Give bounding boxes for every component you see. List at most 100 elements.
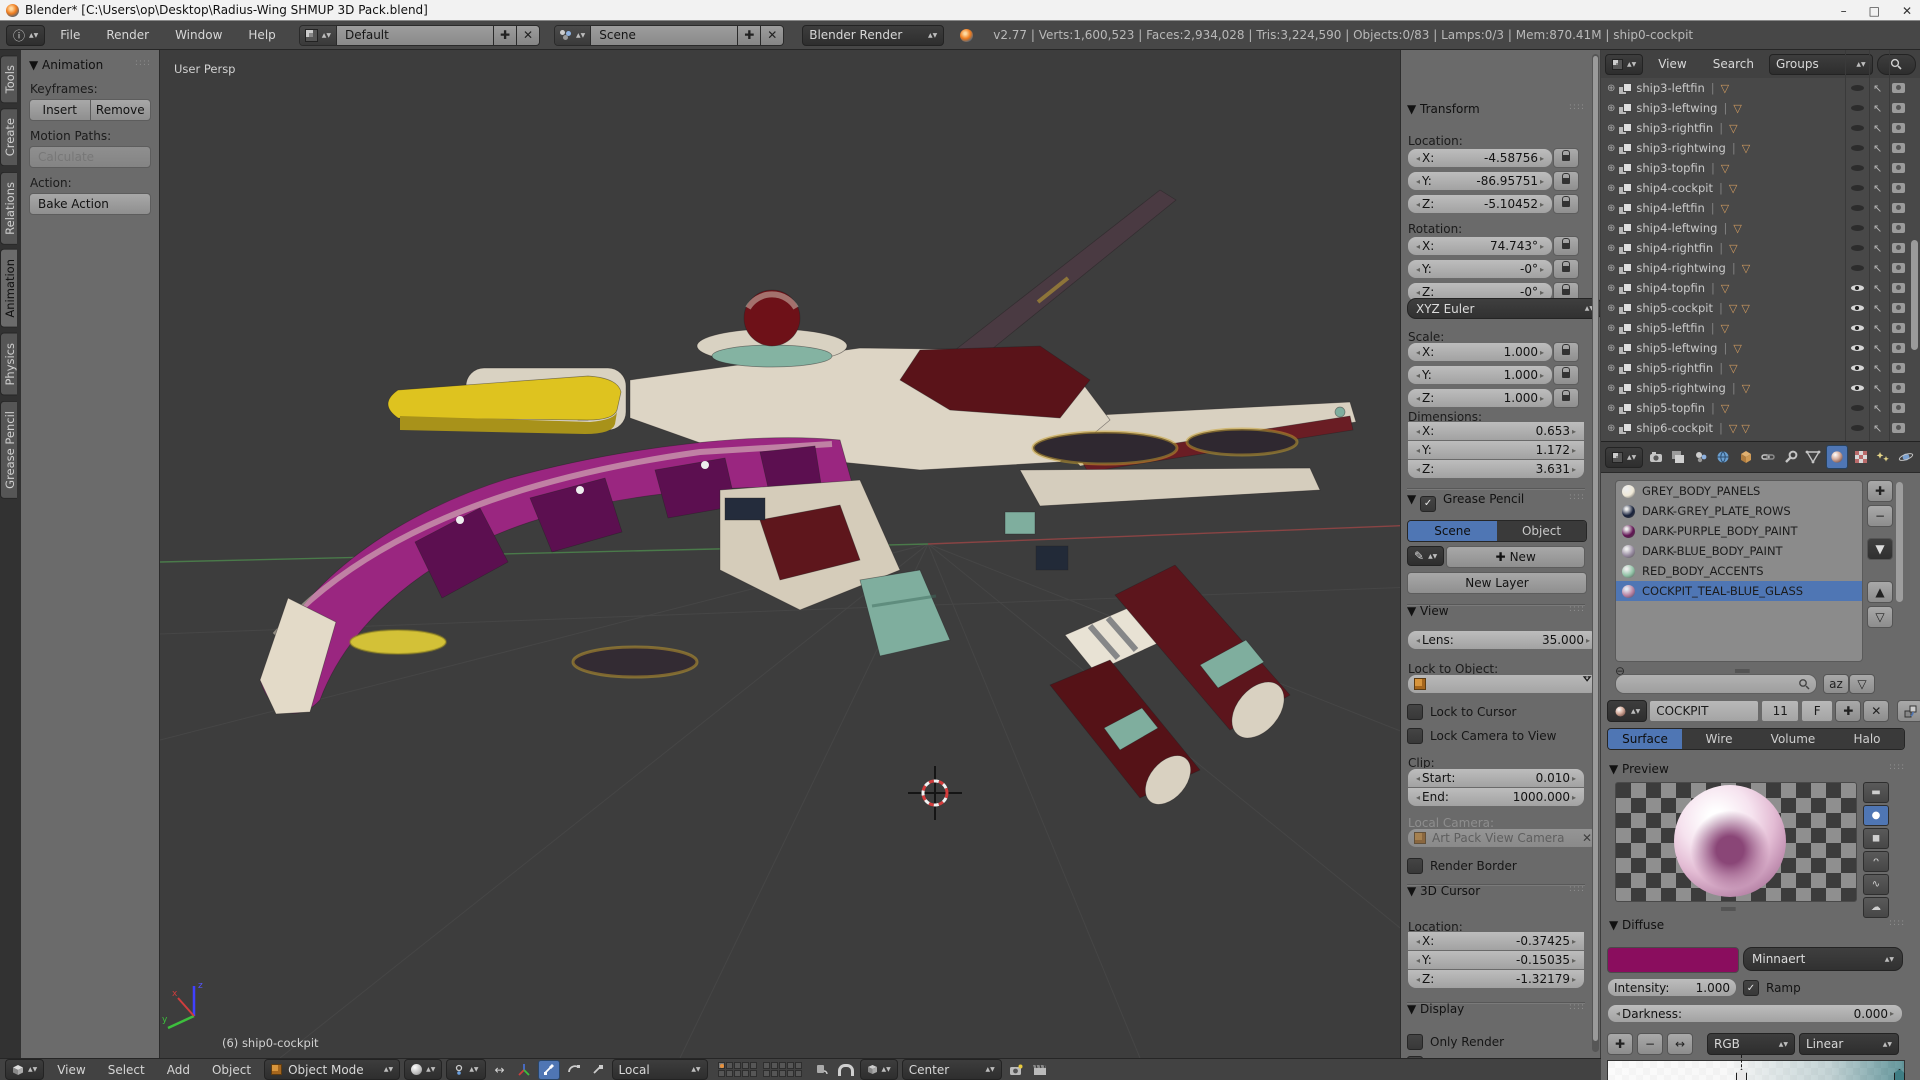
- lock-icon[interactable]: [1553, 171, 1579, 191]
- preview-hair-button[interactable]: ∿: [1863, 874, 1889, 895]
- selectability-arrow-icon[interactable]: ↖: [1873, 82, 1882, 95]
- material-slot-row[interactable]: COCKPIT_TEAL-BLUE_GLASS: [1616, 581, 1862, 601]
- snap-magnet-icon[interactable]: [836, 1061, 856, 1079]
- layer-grid[interactable]: [718, 1062, 802, 1077]
- menu-object[interactable]: Object: [203, 1063, 260, 1077]
- fake-user-button[interactable]: F: [1801, 700, 1833, 722]
- outliner-row[interactable]: ⊕ ship4-rightwing | ▽ ↖: [1601, 258, 1920, 278]
- outliner-row[interactable]: ⊕ ship3-rightfin | ▽ ↖: [1601, 118, 1920, 138]
- outliner-row[interactable]: ⊕ ship5-rightfin | ▽ ↖: [1601, 358, 1920, 378]
- lock-icon[interactable]: [1553, 236, 1579, 256]
- manipulator-rotate-button[interactable]: [564, 1061, 584, 1079]
- rotation-field[interactable]: ◂Y:-0°▸: [1407, 259, 1553, 279]
- toolshelf-tab[interactable]: Physics: [0, 333, 17, 396]
- render-icon[interactable]: [1645, 446, 1666, 468]
- selectability-arrow-icon[interactable]: ↖: [1873, 422, 1882, 435]
- render-restrict-camera-icon[interactable]: [1892, 143, 1905, 153]
- material-type-tab[interactable]: Wire: [1682, 729, 1756, 749]
- slot-specials-button[interactable]: ▼: [1867, 538, 1893, 560]
- render-restrict-camera-icon[interactable]: [1892, 363, 1905, 373]
- insert-keyframe-button[interactable]: Insert: [29, 99, 91, 121]
- selectability-arrow-icon[interactable]: ↖: [1873, 402, 1882, 415]
- location-field[interactable]: ◂Z:-5.10452▸: [1407, 194, 1553, 214]
- clip-end-field[interactable]: ◂End:1000.000▸: [1407, 788, 1585, 807]
- opengl-render-anim-icon[interactable]: [1030, 1061, 1050, 1079]
- preview-sphere-sky-button[interactable]: ☁: [1863, 897, 1889, 918]
- material-search-input[interactable]: [1615, 674, 1817, 694]
- outliner-row[interactable]: ⊕ ship3-leftfin | ▽ ↖: [1601, 78, 1920, 98]
- slot-move-down-button[interactable]: ▽: [1867, 606, 1893, 628]
- material-type-tab[interactable]: Volume: [1756, 729, 1830, 749]
- rotation-mode-select[interactable]: XYZ Euler▲▼: [1407, 298, 1600, 319]
- visibility-eye-icon[interactable]: [1851, 85, 1864, 91]
- outliner-filter-select[interactable]: Groups▲▼: [1769, 54, 1873, 75]
- opengl-render-image-icon[interactable]: [1006, 1061, 1026, 1079]
- cursor-location-field[interactable]: ◂X:-0.37425▸: [1407, 932, 1585, 951]
- visibility-eye-icon[interactable]: [1851, 285, 1864, 291]
- visibility-eye-icon[interactable]: [1851, 365, 1864, 371]
- render-restrict-camera-icon[interactable]: [1892, 423, 1905, 433]
- outliner-row[interactable]: ⊕ ship3-rightwing | ▽ ↖: [1601, 138, 1920, 158]
- selectability-arrow-icon[interactable]: ↖: [1873, 242, 1882, 255]
- manipulator-translate-button[interactable]: [538, 1060, 560, 1080]
- editor-type-outliner-button[interactable]: ▲▼: [1605, 54, 1643, 75]
- add-layout-button[interactable]: ✚: [493, 26, 516, 45]
- particles-icon[interactable]: [1873, 446, 1894, 468]
- selectability-arrow-icon[interactable]: ↖: [1873, 222, 1882, 235]
- menu-file[interactable]: File: [49, 28, 91, 42]
- selectability-arrow-icon[interactable]: ↖: [1873, 102, 1882, 115]
- screen-layout-field[interactable]: Default: [337, 26, 493, 45]
- ramp-checkbox[interactable]: ✓: [1743, 980, 1759, 996]
- preview-flat-button[interactable]: ▬: [1863, 782, 1889, 803]
- render-restrict-camera-icon[interactable]: [1892, 183, 1905, 193]
- visibility-eye-icon[interactable]: [1851, 145, 1864, 151]
- editor-type-3dview-button[interactable]: ▲▼: [5, 1059, 44, 1080]
- panel-header-diffuse[interactable]: ▼ Diffuse::::: [1609, 918, 1664, 932]
- visibility-eye-icon[interactable]: [1851, 125, 1864, 131]
- material-slot-row[interactable]: RED_BODY_ACCENTS: [1616, 561, 1862, 581]
- dimension-field[interactable]: ◂X:0.653▸: [1407, 422, 1585, 441]
- outliner-row[interactable]: ⊕ ship5-topfin | ▽ ↖: [1601, 398, 1920, 418]
- material-slot-row[interactable]: DARK-BLUE_BODY_PAINT: [1616, 541, 1862, 561]
- outliner-row[interactable]: ⊕ ship4-cockpit | ▽ ↖: [1601, 178, 1920, 198]
- show-nodes-button[interactable]: [1897, 700, 1920, 722]
- manipulator-scale-button[interactable]: [588, 1061, 608, 1079]
- menu-help[interactable]: Help: [237, 28, 286, 42]
- panel-header-animation[interactable]: ▼ Animation::::: [29, 58, 151, 72]
- cursor-location-field[interactable]: ◂Y:-0.15035▸: [1407, 951, 1585, 970]
- outliner-row[interactable]: ⊕ ship3-topfin | ▽ ↖: [1601, 158, 1920, 178]
- transform-orientation-select[interactable]: Local▲▼: [612, 1059, 708, 1080]
- ramp-flip-button[interactable]: ↔: [1667, 1033, 1693, 1055]
- outliner-row[interactable]: ⊕ ship5-cockpit | ▽▽ ↖: [1601, 298, 1920, 318]
- add-scene-button[interactable]: ✚: [737, 26, 760, 45]
- sort-order-button[interactable]: ▽: [1849, 674, 1875, 694]
- selectability-arrow-icon[interactable]: ↖: [1873, 322, 1882, 335]
- diffuse-shader-select[interactable]: Minnaert▲▼: [1743, 947, 1903, 971]
- outliner-row[interactable]: ⊕ ship5-leftfin | ▽ ↖: [1601, 318, 1920, 338]
- material-slot-row[interactable]: DARK-PURPLE_BODY_PAINT: [1616, 521, 1862, 541]
- visibility-eye-icon[interactable]: [1851, 345, 1864, 351]
- slot-list-scrollbar[interactable]: [1896, 482, 1903, 602]
- render-restrict-camera-icon[interactable]: [1892, 163, 1905, 173]
- slot-move-up-button[interactable]: ▲: [1867, 581, 1893, 603]
- render-restrict-camera-icon[interactable]: [1892, 283, 1905, 293]
- lock-camera-checkbox[interactable]: [1407, 728, 1423, 744]
- scene-icon[interactable]: [1690, 446, 1711, 468]
- scale-field[interactable]: ◂Z:1.000▸: [1407, 388, 1553, 408]
- visibility-eye-icon[interactable]: [1851, 165, 1864, 171]
- clip-start-field[interactable]: ◂Start:0.010▸: [1407, 768, 1585, 788]
- constraints-icon[interactable]: [1758, 446, 1779, 468]
- grease-pencil-data-icon[interactable]: ✎▲▼: [1407, 546, 1444, 566]
- toolshelf-tab[interactable]: Animation: [0, 249, 17, 328]
- lock-icon[interactable]: [1553, 365, 1579, 385]
- new-material-button[interactable]: ✚: [1835, 700, 1861, 722]
- preview-cube-button[interactable]: ◼: [1863, 828, 1889, 849]
- grease-pencil-checkbox[interactable]: ✓: [1420, 496, 1436, 512]
- selectability-arrow-icon[interactable]: ↖: [1873, 162, 1882, 175]
- screen-layout-icon[interactable]: ▲▼: [300, 26, 337, 45]
- lock-icon[interactable]: [1553, 388, 1579, 408]
- outliner-row[interactable]: ⊕ ship4-leftwing | ▽ ↖: [1601, 218, 1920, 238]
- outliner-menu-search[interactable]: Search: [1702, 57, 1765, 71]
- selectability-arrow-icon[interactable]: ↖: [1873, 262, 1882, 275]
- outliner-row[interactable]: ⊕ ship4-leftfin | ▽ ↖: [1601, 198, 1920, 218]
